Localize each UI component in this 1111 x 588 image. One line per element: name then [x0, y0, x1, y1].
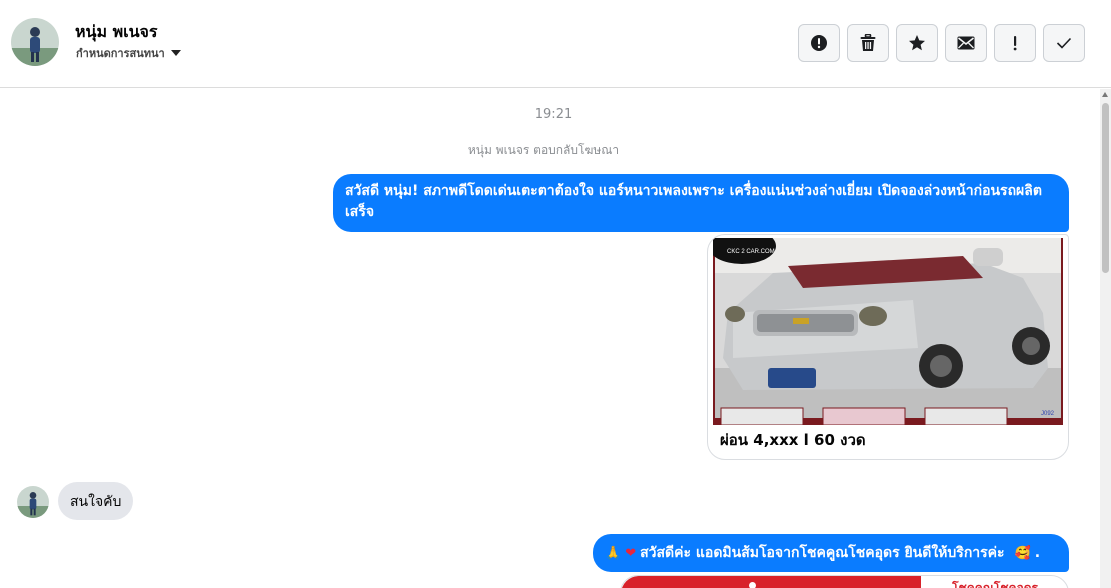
contact-name[interactable]: หนุ่ม พเนจร — [75, 20, 158, 45]
mark-unread-button[interactable] — [945, 24, 987, 62]
mark-done-button[interactable] — [1043, 24, 1085, 62]
delete-button[interactable] — [847, 24, 889, 62]
product-card-2-text: โชคคูณโชคอุดร — [952, 581, 1038, 588]
product-card[interactable]: CKC 2 CAR.COM J092 ผ่อน 4,xxx l 60 งวด — [707, 234, 1069, 460]
welcome-text: สวัสดีค่ะ แอดมินส้มโอจากโชคคูณโชคอุดร ยิ… — [640, 544, 1005, 561]
heart-icon: ❤ — [625, 545, 637, 561]
incoming-message[interactable]: สนใจคับ — [58, 482, 134, 520]
card-logo-text: CKC 2 CAR.COM — [727, 249, 775, 255]
scroll-thumb[interactable] — [1102, 103, 1109, 273]
star-icon — [909, 35, 925, 51]
pray-icon: 🙏 — [605, 545, 622, 561]
trash-icon — [860, 34, 876, 51]
schedule-dropdown[interactable]: กำหนดการสนทนา — [76, 44, 181, 62]
conversation-header: หนุ่ม พเนจร กำหนดการสนทนา — [0, 0, 1111, 88]
report-button[interactable] — [798, 24, 840, 62]
exclamation-icon — [1013, 36, 1017, 51]
outgoing-message[interactable]: สวัสดี หนุ่ม! สภาพดีโดดเด่นเตะตาต้องใจ แ… — [333, 174, 1069, 232]
product-card-2-banner — [621, 576, 921, 588]
caret-down-icon — [170, 50, 181, 56]
message-thread[interactable]: 19:21 หนุ่ม พเนจร ตอบกลับโฆษณา สวัสดี หน… — [0, 89, 1100, 588]
alert-circle-icon — [811, 35, 827, 51]
product-card-title[interactable]: ผ่อน 4,xxx l 60 งวด — [720, 428, 866, 452]
header-actions — [798, 24, 1085, 62]
product-card-2[interactable]: โชคคูณโชคอุดร — [620, 575, 1069, 588]
product-card-image: CKC 2 CAR.COM J092 — [713, 238, 1063, 425]
welcome-text-end: . — [1034, 544, 1041, 561]
banner-dot — [749, 582, 756, 588]
card-tag-text: J092 — [1041, 411, 1055, 417]
mark-important-button[interactable] — [994, 24, 1036, 62]
contact-avatar[interactable] — [11, 18, 59, 66]
smiling-face-hearts-icon: 🥰 — [1014, 545, 1031, 561]
sender-avatar[interactable] — [17, 486, 49, 518]
outgoing-message-welcome[interactable]: 🙏 ❤ สวัสดีค่ะ แอดมินส้มโอจากโชคคูณโชคอุด… — [593, 534, 1069, 572]
envelope-icon — [957, 36, 975, 50]
message-timestamp: 19:21 — [534, 107, 573, 122]
thread-scrollbar[interactable] — [1100, 89, 1111, 588]
check-icon — [1056, 37, 1072, 49]
scroll-up-icon[interactable] — [1102, 92, 1108, 97]
star-button[interactable] — [896, 24, 938, 62]
ad-reply-note: หนุ่ม พเนจร ตอบกลับโฆษณา — [467, 143, 620, 157]
schedule-dropdown-label: กำหนดการสนทนา — [76, 47, 165, 60]
